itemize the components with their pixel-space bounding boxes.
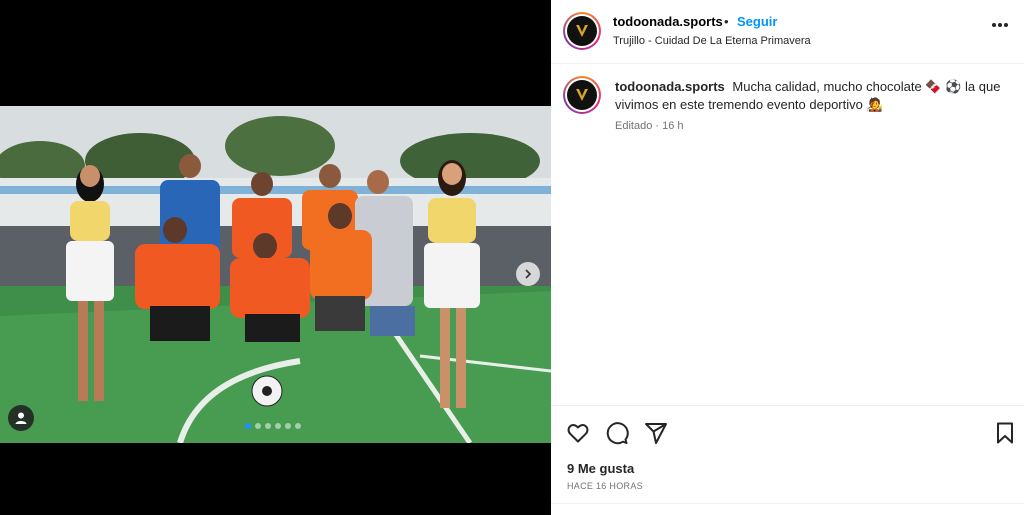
post-header: todoonada.sports • Seguir Trujillo - Cui… xyxy=(551,0,1024,64)
user-icon xyxy=(15,412,27,424)
carousel-dot xyxy=(285,423,291,429)
post-caption: todoonada.sports Mucha calidad, mucho ch… xyxy=(551,64,1024,132)
caption-username[interactable]: todoonada.sports xyxy=(615,79,725,94)
heart-icon[interactable] xyxy=(566,421,590,445)
post-actions: 9 Me gusta HACE 16 HORAS xyxy=(551,405,1024,515)
post-media xyxy=(0,0,551,515)
carousel-dot xyxy=(275,423,281,429)
brand-logo-icon xyxy=(576,89,588,101)
likes-count[interactable]: 9 Me gusta xyxy=(567,461,634,476)
more-options-icon[interactable] xyxy=(991,22,1009,28)
caption-text: todoonada.sports Mucha calidad, mucho ch… xyxy=(615,78,1008,114)
post-username[interactable]: todoonada.sports xyxy=(613,14,723,29)
follow-button[interactable]: Seguir xyxy=(737,14,777,29)
post-photo[interactable] xyxy=(0,106,551,443)
caption-age[interactable]: 16 h xyxy=(662,120,683,132)
carousel-dot xyxy=(265,423,271,429)
comment-icon[interactable] xyxy=(605,421,629,445)
brand-logo-icon xyxy=(576,25,588,37)
post-timestamp[interactable]: HACE 16 HORAS xyxy=(567,481,643,491)
share-icon[interactable] xyxy=(644,421,668,445)
person-emoji: 🧑‍🎤 xyxy=(866,97,883,112)
caption-meta: Editado · 16 h xyxy=(615,120,1008,132)
post-details-panel: todoonada.sports • Seguir Trujillo - Cui… xyxy=(551,0,1024,515)
caption-body-part1: Mucha calidad, mucho chocolate xyxy=(732,79,922,94)
profile-avatar[interactable] xyxy=(563,12,601,50)
bookmark-icon[interactable] xyxy=(993,421,1017,445)
edited-label: Editado xyxy=(615,120,653,132)
divider xyxy=(551,503,1024,504)
carousel-dot xyxy=(295,423,301,429)
carousel-indicator xyxy=(245,423,301,429)
group-photo-illustration xyxy=(0,106,551,443)
post-location[interactable]: Trujillo - Cuidad De La Eterna Primavera xyxy=(613,35,811,47)
separator-dot: • xyxy=(724,14,729,29)
tagged-users-button[interactable] xyxy=(8,405,34,431)
carousel-dot xyxy=(255,423,261,429)
chevron-right-icon xyxy=(525,269,532,279)
carousel-next-button[interactable] xyxy=(516,262,540,286)
soccer-ball-emoji: ⚽ xyxy=(945,79,962,94)
carousel-dot xyxy=(245,423,251,429)
caption-avatar[interactable] xyxy=(563,76,601,114)
chocolate-emoji: 🍫 xyxy=(925,79,942,94)
